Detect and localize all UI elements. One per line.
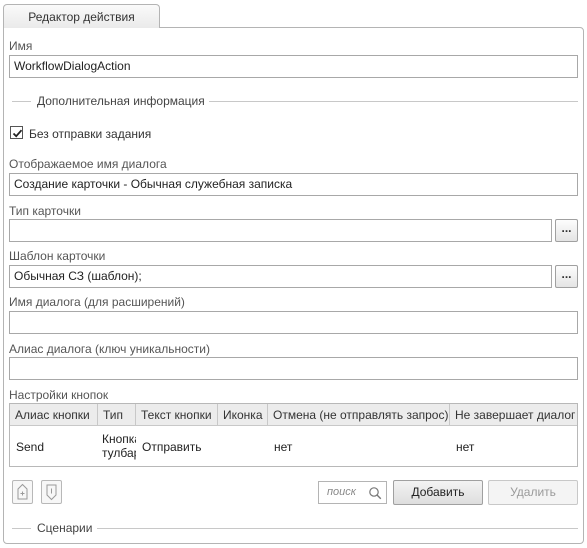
dialog-display-name-label: Отображаемое имя диалога xyxy=(9,157,167,171)
card-template-input[interactable]: Обычная СЗ (шаблон); xyxy=(9,265,552,288)
card-template-label: Шаблон карточки xyxy=(9,249,106,263)
no-task-checkbox[interactable] xyxy=(10,126,23,139)
card-template-browse-button[interactable]: ... xyxy=(555,265,578,288)
cell-icon xyxy=(218,426,268,466)
cell-text: Отправить xyxy=(142,440,202,454)
section-additional-info: Дополнительная информация xyxy=(9,94,578,108)
section-additional-info-title: Дополнительная информация xyxy=(37,94,205,108)
card-type-browse-button[interactable]: ... xyxy=(555,219,578,242)
column-header-alias[interactable]: Алиас кнопки xyxy=(10,404,98,426)
buttons-grid: Алиас кнопки Тип Текст кнопки Иконка Отм… xyxy=(9,403,578,467)
no-task-label: Без отправки задания xyxy=(29,127,152,141)
column-header-type[interactable]: Тип xyxy=(98,404,136,426)
section-scenarios: Сценарии xyxy=(9,521,578,535)
arrow-up-icon xyxy=(17,483,28,500)
name-input[interactable]: WorkflowDialogAction xyxy=(9,55,578,78)
column-header-text[interactable]: Текст кнопки xyxy=(136,404,218,426)
checkmark-icon xyxy=(12,129,23,138)
name-label: Имя xyxy=(9,39,33,53)
search-icon xyxy=(369,487,382,500)
move-up-button[interactable] xyxy=(12,480,33,504)
cell-type-line2: тулбара xyxy=(102,446,136,460)
dialog-name-ext-label: Имя диалога (для расширений) xyxy=(9,295,185,309)
cell-not-finish: нет xyxy=(456,440,475,454)
dialog-alias-input[interactable] xyxy=(9,357,578,380)
table-row[interactable]: Send Кнопка тулбара Отправить нет нет xyxy=(10,426,577,466)
arrow-down-icon xyxy=(46,484,57,501)
column-header-cancel[interactable]: Отмена (не отправлять запрос) xyxy=(268,404,450,426)
add-button[interactable]: Добавить xyxy=(393,480,483,505)
cell-type: Кнопка тулбара xyxy=(96,426,136,466)
card-type-input[interactable] xyxy=(9,219,552,242)
column-header-not-finish[interactable]: Не завершает диалог xyxy=(450,404,577,426)
grid-header: Алиас кнопки Тип Текст кнопки Иконка Отм… xyxy=(10,404,577,426)
cell-cancel: нет xyxy=(274,440,293,454)
dialog-alias-label: Алиас диалога (ключ уникальности) xyxy=(9,342,210,356)
search-placeholder: поиск xyxy=(327,486,356,498)
section-scenarios-title: Сценарии xyxy=(37,521,93,535)
dialog-display-name-input[interactable]: Создание карточки - Обычная служебная за… xyxy=(9,173,578,196)
move-down-button[interactable] xyxy=(41,480,62,504)
cell-alias: Send xyxy=(16,440,45,454)
column-header-icon[interactable]: Иконка xyxy=(218,404,268,426)
tab-action-editor[interactable]: Редактор действия xyxy=(3,4,160,28)
search-box[interactable]: поиск xyxy=(318,481,387,504)
delete-button[interactable]: Удалить xyxy=(488,480,578,505)
cell-type-line1: Кнопка xyxy=(102,432,136,446)
card-type-label: Тип карточки xyxy=(9,204,81,218)
dialog-name-ext-input[interactable] xyxy=(9,311,578,334)
buttons-settings-label: Настройки кнопок xyxy=(9,388,109,402)
